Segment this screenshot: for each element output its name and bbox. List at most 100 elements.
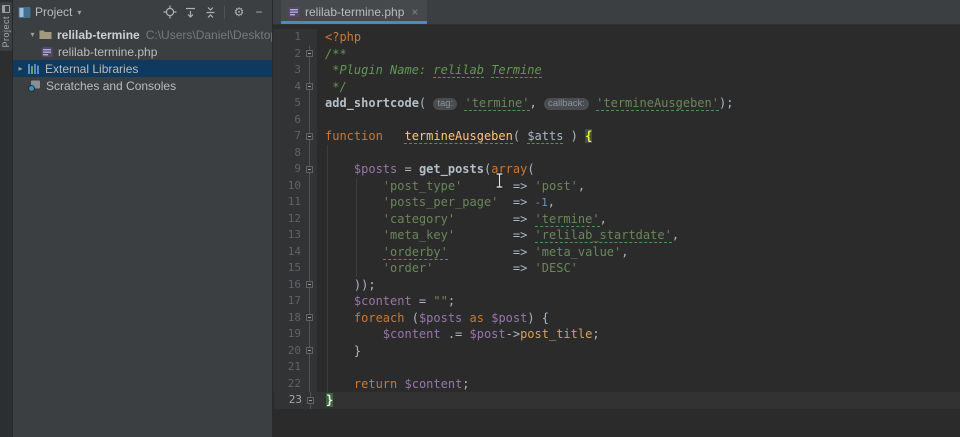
chevron-down-icon[interactable]: ▾ bbox=[27, 30, 38, 39]
code-text: 'post_type' => 'post', bbox=[382, 178, 586, 193]
code-text: 'order' => 'DESC' bbox=[382, 261, 578, 275]
scratches-icon bbox=[27, 79, 42, 92]
line-number: 3 bbox=[294, 63, 301, 76]
gutter: 4 bbox=[273, 78, 317, 95]
gutter: 22 bbox=[273, 375, 317, 392]
code-line-17[interactable]: 17 $content = ""; bbox=[273, 293, 960, 310]
fold-column bbox=[301, 194, 317, 211]
gutter: 13 bbox=[273, 227, 317, 244]
line-number: 8 bbox=[294, 145, 301, 159]
code-text: 'category' => 'termine', bbox=[382, 211, 607, 227]
code-lines: 1 <?php 2/** 3 *Plugin Name: relilab Termin… bbox=[273, 29, 960, 409]
fold-column bbox=[301, 276, 317, 293]
tab-label: relilab-termine.php bbox=[305, 5, 405, 19]
gutter: 17 bbox=[273, 293, 317, 310]
panel-title-caret-icon[interactable]: ▾ bbox=[77, 8, 81, 17]
tab-close-icon[interactable]: × bbox=[411, 5, 418, 19]
code-line-2[interactable]: 2 /** bbox=[273, 45, 960, 62]
fold-collapse-icon[interactable] bbox=[306, 314, 313, 321]
line-number: 19 bbox=[287, 327, 301, 340]
line-number: 21 bbox=[287, 360, 301, 373]
tree-item-label: Scratches and Consoles bbox=[46, 78, 177, 93]
project-tool-window-button[interactable]: Project bbox=[0, 2, 12, 51]
code-line-5[interactable]: 5 add_shortcode( tag: 'termine', callback… bbox=[273, 95, 960, 112]
tree-item-label: relilab-termine.php bbox=[58, 44, 158, 59]
tab-relilab-termine-php[interactable]: relilab-termine.php × bbox=[281, 0, 428, 24]
code-line-18[interactable]: 18 foreach ($posts as $post) { bbox=[273, 309, 960, 326]
fold-column bbox=[301, 95, 317, 112]
line-number: 13 bbox=[287, 228, 301, 241]
fold-column bbox=[301, 243, 317, 260]
hide-panel-icon[interactable]: − bbox=[251, 4, 267, 20]
gutter: 3 bbox=[273, 62, 317, 79]
project-tree: ▾ relilab-termine C:\Users\Daniel\Desktop\… bbox=[13, 24, 272, 437]
gutter: 10 bbox=[273, 177, 317, 194]
fold-collapse-icon[interactable] bbox=[306, 50, 313, 57]
fold-column bbox=[301, 326, 317, 343]
fold-end-icon[interactable] bbox=[306, 281, 313, 288]
code-line-8[interactable]: 8 bbox=[273, 144, 960, 161]
mouse-cursor-ibeam bbox=[494, 172, 505, 194]
tree-item-relilab-termine-php[interactable]: relilab-termine.php bbox=[13, 43, 272, 60]
code-line-12[interactable]: 12 'category' => 'termine', bbox=[273, 210, 960, 227]
locate-file-icon[interactable] bbox=[162, 4, 178, 20]
code-line-16[interactable]: 16 )); bbox=[273, 276, 960, 293]
fold-column bbox=[301, 293, 317, 310]
tree-item-external-libraries[interactable]: ▸ External Libraries bbox=[13, 60, 272, 77]
code-line-20[interactable]: 20 } bbox=[273, 342, 960, 359]
tree-item-path: C:\Users\Daniel\Desktop\relilab\relilab-… bbox=[145, 27, 272, 42]
code-line-22[interactable]: 22 return $content; bbox=[273, 375, 960, 392]
fold-column bbox=[301, 210, 317, 227]
line-number: 7 bbox=[294, 129, 301, 142]
fold-collapse-icon[interactable] bbox=[306, 132, 313, 140]
settings-gear-icon[interactable]: ⚙ bbox=[231, 4, 247, 20]
code-text: */ bbox=[325, 79, 347, 94]
gutter: 1 bbox=[273, 29, 317, 46]
line-number: 5 bbox=[294, 96, 301, 109]
code-line-14[interactable]: 14 'orderby' => 'meta_value', bbox=[273, 243, 960, 260]
fold-column bbox=[301, 177, 317, 194]
line-number: 9 bbox=[294, 162, 301, 175]
tree-item-scratches-and-consoles[interactable]: Scratches and Consoles bbox=[13, 77, 272, 94]
chevron-right-icon[interactable]: ▸ bbox=[15, 64, 26, 73]
gutter: 18 bbox=[273, 309, 317, 326]
code-editor[interactable]: 1 <?php 2/** 3 *Plugin Name: relilab Termin… bbox=[273, 25, 960, 437]
code-line-3[interactable]: 3 *Plugin Name: relilab Termine bbox=[273, 62, 960, 79]
code-line-7[interactable]: 7 function termineAusgeben( $atts ) { bbox=[273, 128, 960, 145]
line-number: 2 bbox=[294, 46, 301, 60]
code-text: } bbox=[318, 392, 960, 409]
code-line-11[interactable]: 11 'posts_per_page' => -1, bbox=[273, 194, 960, 211]
library-icon bbox=[26, 62, 41, 75]
fold-collapse-icon[interactable] bbox=[306, 165, 313, 173]
code-line-21[interactable]: 21 bbox=[273, 359, 960, 376]
indent-guide bbox=[327, 145, 328, 392]
expand-all-icon[interactable] bbox=[182, 4, 198, 20]
code-text: 'meta_key' => 'relilab_startdate', bbox=[382, 228, 680, 243]
line-number: 14 bbox=[287, 244, 301, 258]
gutter: 2 bbox=[273, 45, 317, 62]
fold-column bbox=[301, 45, 317, 62]
line-number: 11 bbox=[287, 195, 301, 208]
tree-item-relilab-termine[interactable]: ▾ relilab-termine C:\Users\Daniel\Desktop\… bbox=[13, 26, 272, 43]
code-line-23[interactable]: 23} bbox=[274, 392, 960, 409]
code-line-6[interactable]: 6 bbox=[273, 111, 960, 128]
gutter: 5 bbox=[273, 95, 317, 112]
code-line-15[interactable]: 15 'order' => 'DESC' bbox=[273, 260, 960, 277]
code-line-13[interactable]: 13 'meta_key' => 'relilab_startdate', bbox=[273, 227, 960, 244]
code-line-19[interactable]: 19 $content .= $post->post_title; bbox=[273, 326, 960, 343]
code-line-1[interactable]: 1 <?php bbox=[273, 29, 960, 46]
fold-end-icon[interactable] bbox=[306, 83, 313, 90]
code-line-10[interactable]: 10 'post_type' => 'post', bbox=[273, 177, 960, 194]
header-divider bbox=[224, 5, 225, 19]
code-line-9[interactable]: 9 $posts = get_posts(array( bbox=[273, 161, 960, 178]
code-text: *Plugin Name: relilab Termine bbox=[325, 63, 542, 78]
code-line-4[interactable]: 4 */ bbox=[273, 78, 960, 95]
collapse-all-icon[interactable] bbox=[202, 4, 218, 20]
code-text: 'posts_per_page' => -1, bbox=[382, 195, 556, 209]
line-number: 12 bbox=[287, 211, 301, 225]
line-number: 18 bbox=[287, 310, 301, 324]
line-number: 20 bbox=[287, 343, 301, 357]
fold-end-icon[interactable] bbox=[307, 396, 314, 404]
fold-end-icon[interactable] bbox=[306, 347, 313, 354]
editor-area: relilab-termine.php × 1 <?php 2/** 3 *Plugi… bbox=[273, 0, 960, 437]
